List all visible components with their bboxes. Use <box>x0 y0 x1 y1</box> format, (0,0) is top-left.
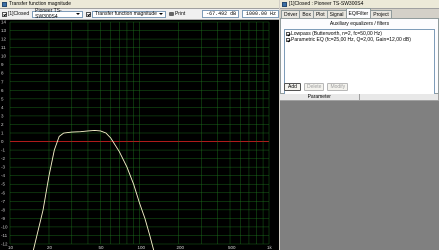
tab-project[interactable]: Project <box>370 10 392 18</box>
plot-svg: 14131211109876543210-1-2-3-4-5-6-7-8-9-1… <box>1 20 273 250</box>
y-tick-label: 12 <box>1 37 7 42</box>
y-tick-label: 8 <box>1 71 4 76</box>
y-tick-label: 6 <box>1 88 4 93</box>
tab-signal[interactable]: Signal <box>326 10 347 18</box>
eq-filter-panel: Auxiliary equalizers / filters Lowpass (… <box>280 18 439 97</box>
settings-tabs: Driver Box Plot Signal EQ/Filter Project <box>280 8 439 18</box>
transfer-function-plot[interactable]: 14 13 12 11 10 9 8 7 6 5 4 3 2 1 0 -1 -2 -3 -4 -5 -6 -7 -8 -9 -1… <box>0 20 279 250</box>
y-tick-label: -10 <box>1 224 8 229</box>
tab-label: Driver <box>284 11 298 18</box>
y-tick-label: -2 <box>1 156 5 161</box>
right-window-title: [1]Closed : Pioneer TS-SW300S4 <box>289 1 364 7</box>
chevron-down-icon <box>158 13 163 15</box>
transfer-select[interactable]: Transfer function magnitude <box>91 10 166 18</box>
y-tick-label: -4 <box>1 173 5 178</box>
y-tick-label: 3 <box>1 113 4 118</box>
x-tick-label: 10 <box>8 245 14 250</box>
driver-select[interactable]: Pioneer TS-SW300S4 <box>32 8 83 20</box>
left-window-title: Transfer function magnitude <box>9 1 72 7</box>
filter-label: Parametric EQ (fc=25,00 Hz, Q=2,00, Gain… <box>291 37 411 43</box>
app-icon <box>2 1 7 7</box>
closed-checkbox[interactable] <box>2 11 7 17</box>
y-tick-label: 4 <box>1 105 4 110</box>
y-tick-label: 0 <box>1 139 4 144</box>
print-button[interactable]: Print <box>168 10 186 18</box>
tab-label: Signal <box>329 11 344 18</box>
y-tick-label: 10 <box>1 54 7 59</box>
y-tick-label: 7 <box>1 79 4 84</box>
y-tick-label: 9 <box>1 62 4 67</box>
tab-label: EQ/Filter <box>348 10 369 17</box>
parameter-table: Parameter <box>280 94 439 250</box>
transfer-checkbox[interactable] <box>85 11 91 17</box>
x-tick-label: 20 <box>47 245 53 250</box>
panel-header: Auxiliary equalizers / filters <box>329 21 390 27</box>
y-tick-label: -6 <box>1 190 5 195</box>
tab-label: Plot <box>315 11 325 18</box>
chevron-down-icon <box>75 13 80 15</box>
y-tick-label: -12 <box>1 242 8 247</box>
graph-toolbar: [1]Closed Pioneer TS-SW300S4 Transfer fu… <box>0 8 279 20</box>
tab-plot[interactable]: Plot <box>312 10 328 18</box>
filter-checkbox[interactable] <box>286 38 290 42</box>
transfer-toggle[interactable]: Transfer function magnitude <box>85 10 166 18</box>
x-tick-label: 100 <box>138 245 146 250</box>
app-icon <box>282 1 287 7</box>
closed-toggle[interactable]: [1]Closed <box>2 10 29 18</box>
y-tick-label: 1 <box>1 131 4 136</box>
print-label: Print <box>174 11 186 17</box>
x-tick-label: 1k <box>267 245 273 250</box>
transfer-select-value: Transfer function magnitude <box>94 11 157 17</box>
y-tick-label: -7 <box>1 199 5 204</box>
list-item[interactable]: Parametric EQ (fc=25,00 Hz, Q=2,00, Gain… <box>286 37 433 43</box>
add-button[interactable]: Add <box>284 83 301 91</box>
closed-label: [1]Closed <box>8 11 30 17</box>
tab-box[interactable]: Box <box>299 10 314 18</box>
delete-button[interactable]: Delete <box>304 83 325 91</box>
filter-buttons: Add Delete Modify <box>284 83 349 91</box>
y-tick-label: -5 <box>1 182 5 187</box>
y-tick-label: 2 <box>1 122 4 127</box>
x-tick-label: 200 <box>176 245 184 250</box>
y-tick-label: 5 <box>1 96 4 101</box>
x-tick-label: 50 <box>99 245 105 250</box>
y-tick-label: -11 <box>1 233 8 238</box>
column-header-parameter[interactable]: Parameter <box>280 94 360 100</box>
column-header-value[interactable] <box>360 94 439 100</box>
tab-eq-filter[interactable]: EQ/Filter <box>345 8 372 18</box>
tab-label: Box <box>302 11 311 18</box>
y-tick-label: 13 <box>1 28 7 33</box>
filter-checkbox[interactable] <box>286 32 290 36</box>
y-tick-label: -3 <box>1 165 5 170</box>
response-curve <box>32 129 155 250</box>
readout-db: -67.492 dB <box>202 10 240 18</box>
parameter-table-header: Parameter <box>280 94 439 101</box>
y-tick-label: -1 <box>1 148 5 153</box>
y-tick-label: -9 <box>1 216 5 221</box>
printer-icon <box>168 12 174 16</box>
x-tick-label: 500 <box>228 245 236 250</box>
driver-select-value: Pioneer TS-SW300S4 <box>35 8 62 20</box>
modify-button[interactable]: Modify <box>327 83 349 91</box>
y-tick-label: 11 <box>1 45 6 50</box>
y-tick-label: 14 <box>1 20 7 25</box>
readout-hz: 1000.00 Hz <box>242 10 279 18</box>
y-tick-label: -8 <box>1 207 5 212</box>
tab-driver[interactable]: Driver <box>281 10 301 18</box>
tab-label: Project <box>373 11 389 18</box>
